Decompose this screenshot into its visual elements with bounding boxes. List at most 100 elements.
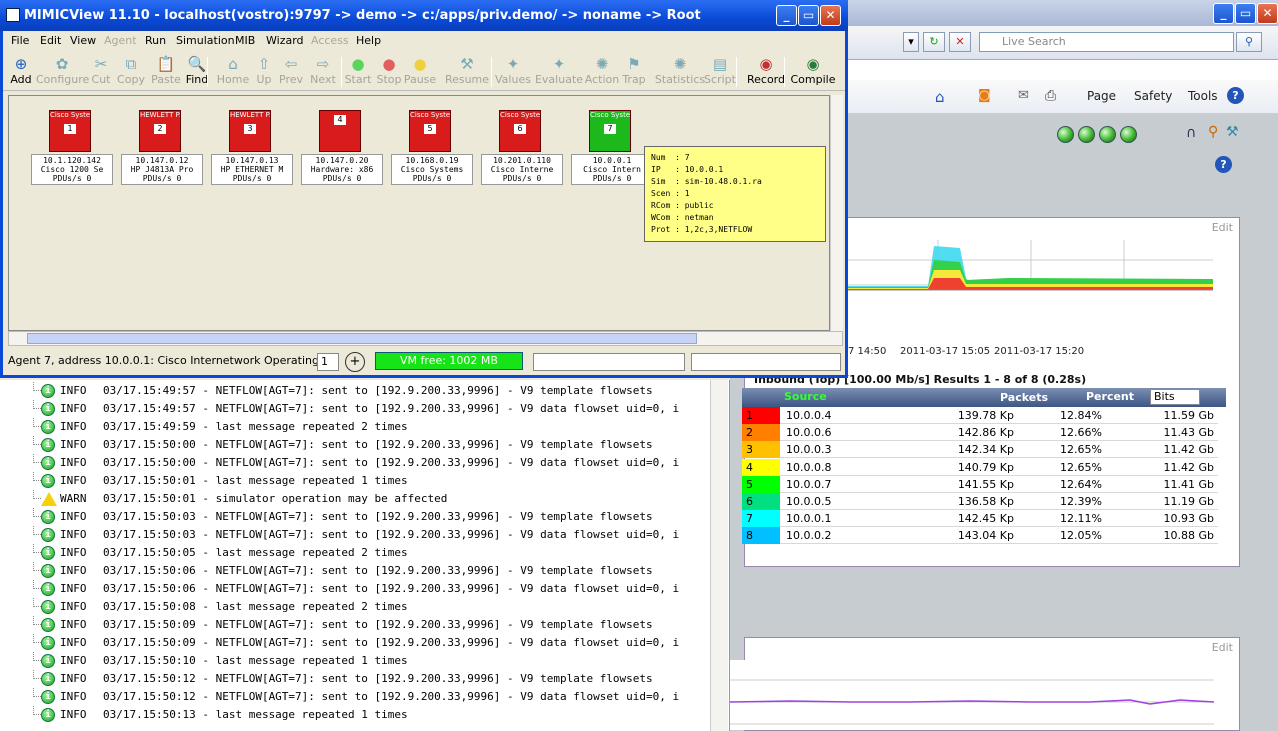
- help-icon[interactable]: ?: [1227, 87, 1244, 104]
- menu-wizard[interactable]: Wizard: [266, 34, 304, 47]
- log-row[interactable]: i INFO 03/17.15:50:09 - NETFLOW[AGT=7]: se…: [0, 634, 710, 652]
- agent-6[interactable]: Cisco Systems 6 10.201.0.110Cisco InterneP…: [481, 110, 563, 185]
- headphones-icon[interactable]: ∩: [1186, 125, 1196, 141]
- script-button[interactable]: ▤ Script: [700, 55, 740, 89]
- agent-1[interactable]: Cisco Systems 1 10.1.120.142Cisco 1200 SeP…: [31, 110, 113, 185]
- help-icon[interactable]: ?: [1215, 156, 1232, 173]
- log-scrollbar[interactable]: [710, 380, 728, 731]
- table-row[interactable]: 7 10.0.0.1 142.45 Kp 12.11% 10.93 Gb: [742, 510, 1218, 528]
- tools-menu[interactable]: Tools: [1188, 89, 1218, 103]
- configure-button[interactable]: ✿ Configure: [36, 55, 89, 89]
- safety-menu[interactable]: Safety: [1134, 89, 1172, 103]
- search-input[interactable]: Live Search: [979, 32, 1234, 52]
- minimize-icon[interactable]: _: [776, 5, 797, 26]
- log-row[interactable]: i INFO 03/17.15:49:59 - last message repea…: [0, 418, 710, 436]
- values-button[interactable]: ✦ Values: [491, 55, 535, 89]
- table-row[interactable]: 2 10.0.0.6 142.86 Kp 12.66% 11.43 Gb: [742, 424, 1218, 442]
- close-icon[interactable]: ✕: [820, 5, 841, 26]
- canvas-vertical-scrollbar[interactable]: [830, 95, 843, 331]
- pause-button[interactable]: ● Pause: [400, 55, 440, 89]
- menu-mib[interactable]: MIB: [235, 34, 255, 47]
- find-button[interactable]: 🔍 Find: [179, 55, 215, 89]
- log-row[interactable]: i INFO 03/17.15:50:12 - NETFLOW[AGT=7]: se…: [0, 670, 710, 688]
- device-icon[interactable]: Cisco Systems 7: [589, 110, 631, 152]
- log-row[interactable]: i INFO 03/17.15:50:01 - last message repea…: [0, 472, 710, 490]
- menu-help[interactable]: Help: [356, 34, 381, 47]
- pin-icon[interactable]: ⚲: [1208, 124, 1218, 140]
- table-row[interactable]: 8 10.0.0.2 143.04 Kp 12.05% 10.88 Gb: [742, 527, 1218, 545]
- bits-select[interactable]: Bits: [1150, 389, 1200, 405]
- source-column-header[interactable]: Source: [784, 390, 827, 403]
- agent-7[interactable]: Cisco Systems 7 10.0.0.1Cisco InternPDUs/s…: [571, 110, 653, 185]
- maximize-icon[interactable]: ▭: [1235, 3, 1256, 24]
- next-button[interactable]: ⇨ Next: [303, 55, 343, 89]
- table-row[interactable]: 4 10.0.0.8 140.79 Kp 12.65% 11.42 Gb: [742, 458, 1218, 476]
- agent-3[interactable]: HEWLETT PACKARD 3 10.147.0.13HP ETHERNET M…: [211, 110, 293, 185]
- device-icon[interactable]: Cisco Systems 1: [49, 110, 91, 152]
- search-icon[interactable]: ⚲: [1236, 32, 1262, 52]
- table-row[interactable]: 6 10.0.0.5 136.58 Kp 12.39% 11.19 Gb: [742, 493, 1218, 510]
- table-row[interactable]: 5 10.0.0.7 141.55 Kp 12.64% 11.41 Gb: [742, 475, 1218, 493]
- device-icon[interactable]: HEWLETT PACKARD 3: [229, 110, 271, 152]
- compile-button[interactable]: ◉ Compile: [787, 55, 839, 89]
- resume-button[interactable]: ⚒ Resume: [439, 55, 495, 89]
- copy-button[interactable]: ⧉ Copy: [112, 55, 150, 89]
- log-row[interactable]: i INFO 03/17.15:50:00 - NETFLOW[AGT=7]: se…: [0, 454, 710, 472]
- log-row[interactable]: i INFO 03/17.15:50:10 - last message repea…: [0, 652, 710, 670]
- maximize-icon[interactable]: ▭: [798, 5, 819, 26]
- log-row[interactable]: i INFO 03/17.15:50:03 - NETFLOW[AGT=7]: se…: [0, 526, 710, 544]
- crosshair-icon[interactable]: +: [345, 352, 365, 372]
- address-dropdown-icon[interactable]: ▾: [903, 32, 919, 52]
- read-mail-icon[interactable]: ✉: [1018, 88, 1029, 103]
- log-row[interactable]: i INFO 03/17.15:50:06 - NETFLOW[AGT=7]: se…: [0, 580, 710, 598]
- device-icon[interactable]: Cisco Systems 6: [499, 110, 541, 152]
- agent-5[interactable]: Cisco Systems510.168.0.19Cisco SystemsPD…: [391, 110, 473, 185]
- log-level: INFO: [60, 672, 87, 685]
- log-row[interactable]: i INFO 03/17.15:50:09 - NETFLOW[AGT=7]: se…: [0, 616, 710, 634]
- menu-access[interactable]: Access: [311, 34, 349, 47]
- menu-file[interactable]: File: [11, 34, 29, 47]
- log-level: INFO: [60, 690, 87, 703]
- table-row[interactable]: 3 10.0.0.3 142.34 Kp 12.65% 11.42 Gb: [742, 441, 1218, 459]
- log-row[interactable]: i INFO 03/17.15:50:06 - NETFLOW[AGT=7]: se…: [0, 562, 710, 580]
- device-icon[interactable]: Cisco Systems 5: [409, 110, 451, 152]
- home-icon[interactable]: ⌂: [935, 88, 945, 106]
- menu-view[interactable]: View: [70, 34, 96, 47]
- add-button[interactable]: ⊕ Add: [3, 55, 39, 89]
- menu-run[interactable]: Run: [145, 34, 166, 47]
- tree-line: [33, 670, 41, 679]
- log-row[interactable]: i INFO 03/17.15:49:57 - NETFLOW[AGT=7]: se…: [0, 400, 710, 418]
- menu-agent[interactable]: Agent: [104, 34, 137, 47]
- scroll-thumb[interactable]: [27, 333, 697, 344]
- menu-simulation[interactable]: Simulation: [176, 34, 235, 47]
- stop-icon[interactable]: ✕: [949, 32, 971, 52]
- panel-edit-link[interactable]: Edit: [1212, 641, 1233, 654]
- menu-edit[interactable]: Edit: [40, 34, 61, 47]
- agent-2[interactable]: HEWLETT PACKARD 2 10.147.0.12HP J4813A Pro…: [121, 110, 203, 185]
- packets-column-header[interactable]: Packets: [1000, 391, 1048, 404]
- canvas-horizontal-scrollbar[interactable]: [8, 331, 843, 346]
- print-icon[interactable]: ⎙: [1045, 88, 1056, 104]
- percent-column-header[interactable]: Percent: [1086, 390, 1134, 403]
- tree-line: [33, 472, 41, 481]
- refresh-icon[interactable]: ↻: [923, 32, 945, 52]
- close-icon[interactable]: ✕: [1257, 3, 1278, 24]
- page-menu[interactable]: Page: [1087, 89, 1116, 103]
- log-row[interactable]: i INFO 03/17.15:50:03 - NETFLOW[AGT=7]: se…: [0, 508, 710, 526]
- log-row[interactable]: i INFO 03/17.15:49:57 - NETFLOW[AGT=7]: se…: [0, 382, 710, 400]
- panel-edit-link[interactable]: Edit: [1212, 221, 1233, 234]
- log-row[interactable]: i INFO 03/17.15:50:05 - last message repea…: [0, 544, 710, 562]
- device-icon[interactable]: 4: [319, 110, 361, 152]
- log-row[interactable]: i INFO 03/17.15:50:13 - last message repea…: [0, 706, 710, 724]
- tool-icon[interactable]: ⚒: [1226, 124, 1239, 140]
- device-icon[interactable]: HEWLETT PACKARD 2: [139, 110, 181, 152]
- log-row[interactable]: i INFO 03/17.15:50:00 - NETFLOW[AGT=7]: se…: [0, 436, 710, 454]
- log-row[interactable]: WARN 03/17.15:50:01 - simulator operation…: [0, 490, 710, 508]
- table-row[interactable]: 1 10.0.0.4 139.78 Kp 12.84% 11.59 Gb: [742, 407, 1218, 424]
- feeds-icon[interactable]: ◙: [978, 88, 991, 103]
- minimize-icon[interactable]: _: [1213, 3, 1234, 24]
- log-row[interactable]: i INFO 03/17.15:50:08 - last message repea…: [0, 598, 710, 616]
- agent-4[interactable]: 4 10.147.0.20 Hardware: x86 PDUs/s 0: [301, 110, 383, 185]
- log-row[interactable]: i INFO 03/17.15:50:12 - NETFLOW[AGT=7]: se…: [0, 688, 710, 706]
- trap-button[interactable]: ⚑ Trap: [616, 55, 652, 89]
